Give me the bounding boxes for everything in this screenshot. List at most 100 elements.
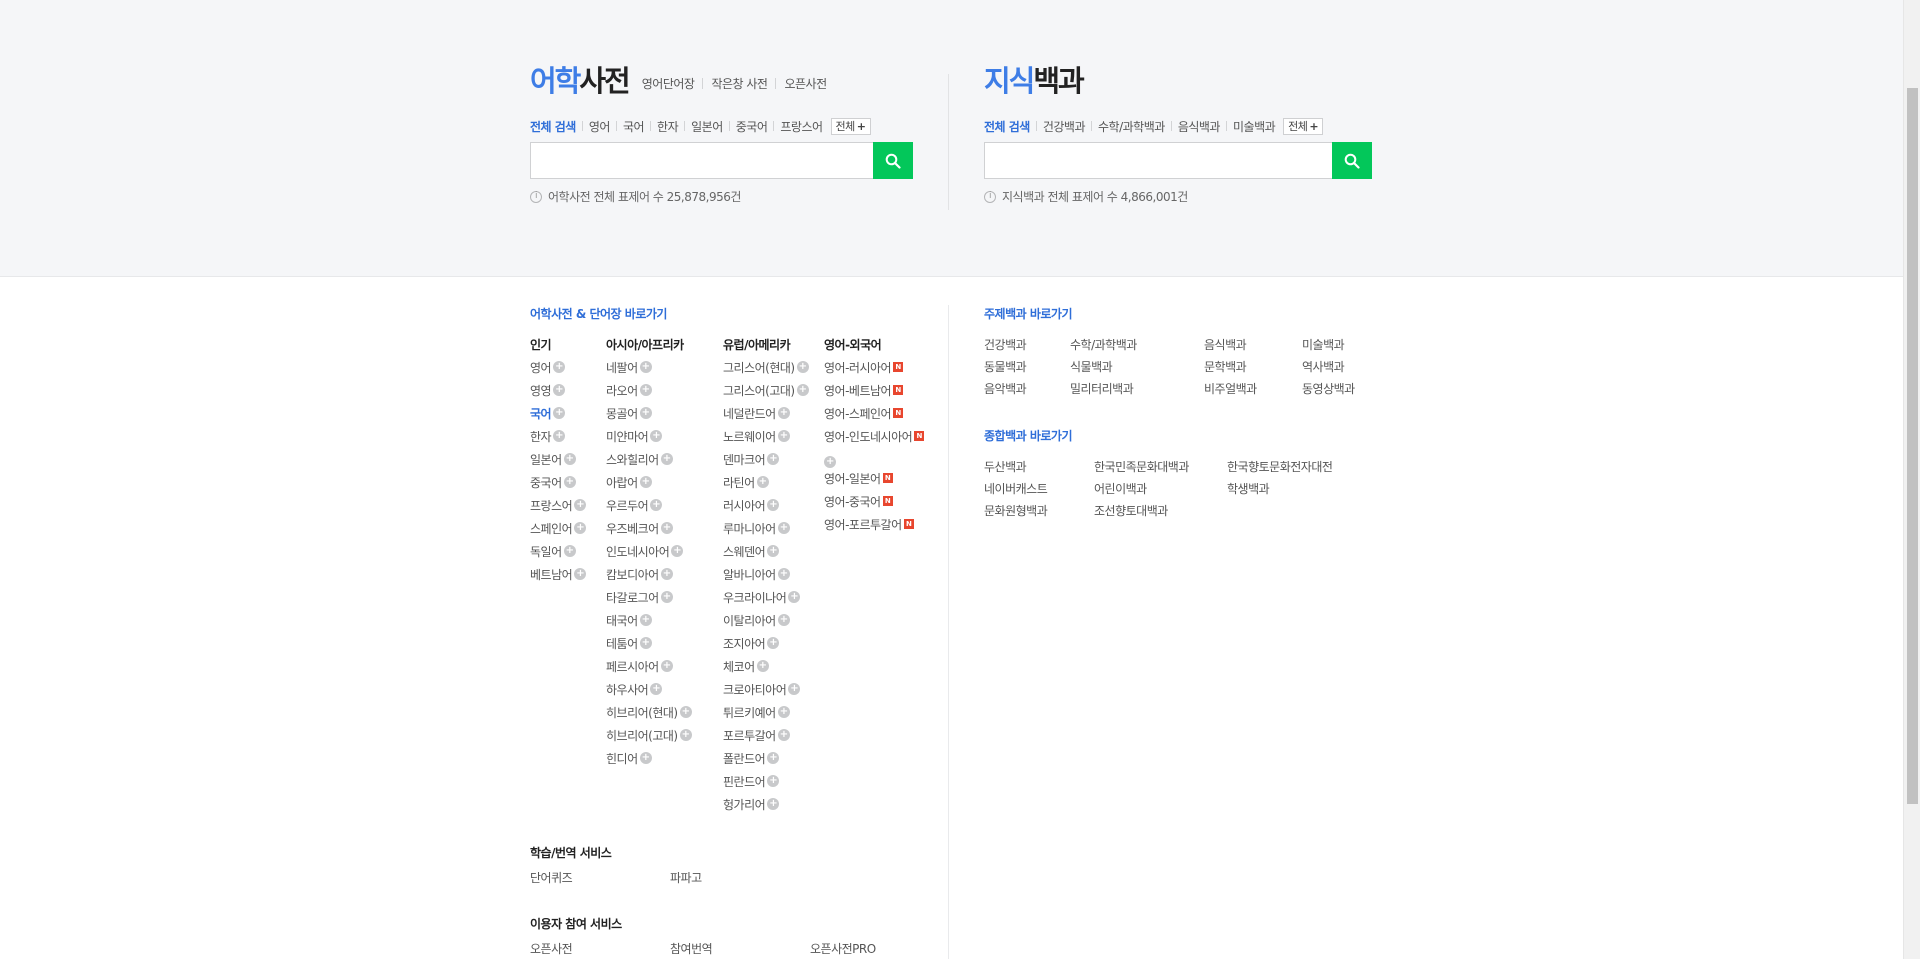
encyc-link[interactable]: 문화원형백과 <box>984 502 1094 524</box>
language-list-item[interactable]: 스와힐리어 + <box>606 451 692 474</box>
language-list-item[interactable]: 영어-러시아어 N <box>824 359 936 382</box>
tab-japanese[interactable]: 일본어 <box>691 118 723 135</box>
language-list-item[interactable]: 프랑스어 + <box>530 497 587 520</box>
tab-english[interactable]: 영어 <box>589 118 611 135</box>
link-mini-dict[interactable]: 작은창 사전 <box>711 75 768 92</box>
language-list-item[interactable]: 스페인어 + <box>530 520 587 543</box>
language-list-item[interactable]: 일본어 + <box>530 451 586 474</box>
add-wordbook-icon[interactable]: + <box>777 614 790 626</box>
language-list-item[interactable]: 페르시아어 + <box>606 658 692 681</box>
tab-food[interactable]: 음식백과 <box>1178 118 1221 135</box>
encyc-link[interactable]: 두산백과 <box>984 458 1094 480</box>
language-dict-title[interactable]: 어학사전 <box>530 66 631 96</box>
add-wordbook-icon[interactable]: + <box>777 706 790 718</box>
language-search-button[interactable] <box>873 142 913 179</box>
add-wordbook-icon[interactable]: + <box>679 729 692 741</box>
add-wordbook-icon[interactable]: + <box>553 430 566 442</box>
language-list-item[interactable]: 우즈베크어 + <box>606 520 692 543</box>
add-wordbook-icon[interactable]: + <box>767 453 780 465</box>
add-wordbook-icon[interactable]: + <box>788 591 801 603</box>
encyc-link[interactable]: 비주얼백과 <box>1204 380 1302 402</box>
add-wordbook-icon[interactable]: + <box>824 455 836 468</box>
encyc-link[interactable]: 학생백과 <box>1227 480 1367 502</box>
add-wordbook-icon[interactable]: + <box>563 453 576 465</box>
language-list-item[interactable]: 이탈리아어 + <box>723 612 809 635</box>
add-wordbook-icon[interactable]: + <box>660 453 673 465</box>
language-list-item[interactable]: 네덜란드어 + <box>723 405 809 428</box>
tab-all-search[interactable]: 전체 검색 <box>984 118 1030 135</box>
add-wordbook-icon[interactable]: + <box>777 407 790 419</box>
language-list-item[interactable]: 아랍어 + <box>606 474 692 497</box>
language-list-item[interactable]: 중국어 + <box>530 474 586 497</box>
add-wordbook-icon[interactable]: + <box>777 430 790 442</box>
language-list-item[interactable]: 우르두어 + <box>606 497 692 520</box>
encyc-link[interactable]: 동영상백과 <box>1302 380 1400 402</box>
add-wordbook-icon[interactable]: + <box>553 384 566 396</box>
add-wordbook-icon[interactable]: + <box>639 752 652 764</box>
encyc-link[interactable]: 식물백과 <box>1070 358 1204 380</box>
language-list-item[interactable]: 독일어 + <box>530 543 586 566</box>
language-list-item[interactable]: 영영 + <box>530 382 586 405</box>
language-list-item[interactable]: 히브리어(고대) + <box>606 727 692 750</box>
add-wordbook-icon[interactable]: + <box>639 361 652 373</box>
add-wordbook-icon[interactable]: + <box>563 545 576 557</box>
encyc-link[interactable]: 한국민족문화대백과 <box>1094 458 1227 480</box>
language-list-item[interactable]: 루마니아어 + <box>723 520 809 543</box>
knowledge-title[interactable]: 지식백과 <box>984 66 1085 96</box>
add-wordbook-icon[interactable]: + <box>650 499 663 511</box>
language-list-item[interactable]: 알바니아어 + <box>723 566 809 589</box>
add-wordbook-icon[interactable]: + <box>574 499 587 511</box>
add-wordbook-icon[interactable]: + <box>777 522 790 534</box>
language-list-item[interactable]: 태국어 + <box>606 612 692 635</box>
more-encyc-button[interactable]: 전체 + <box>1283 117 1324 135</box>
language-list-item[interactable]: 테툼어 + <box>606 635 692 658</box>
add-wordbook-icon[interactable]: + <box>574 522 587 534</box>
encyc-link[interactable]: 건강백과 <box>984 336 1070 358</box>
encyc-link[interactable]: 밀리터리백과 <box>1070 380 1204 402</box>
language-list-item[interactable]: 국어 + <box>530 405 586 428</box>
tab-art[interactable]: 미술백과 <box>1233 118 1276 135</box>
language-list-item[interactable]: 라틴어 + <box>723 474 809 497</box>
language-list-item[interactable]: 베트남어 + <box>530 566 587 589</box>
add-wordbook-icon[interactable]: + <box>650 430 663 442</box>
encyc-link[interactable]: 조선향토대백과 <box>1094 502 1227 524</box>
add-wordbook-icon[interactable]: + <box>796 361 809 373</box>
link-open-dict[interactable]: 오픈사전 <box>530 940 670 959</box>
tab-korean[interactable]: 국어 <box>623 118 645 135</box>
language-list-item[interactable]: 영어-포르투갈어 N <box>824 516 936 539</box>
encyc-link[interactable]: 어린이백과 <box>1094 480 1227 502</box>
tab-all-search[interactable]: 전체 검색 <box>530 118 576 135</box>
encyc-link[interactable]: 네이버캐스트 <box>984 480 1094 502</box>
link-participation-translate[interactable]: 참여번역 <box>670 940 810 959</box>
encyc-link[interactable]: 역사백과 <box>1302 358 1400 380</box>
add-wordbook-icon[interactable]: + <box>639 637 652 649</box>
language-list-item[interactable]: 핀란드어 + <box>723 773 809 796</box>
language-list-item[interactable]: 그리스어(현대) + <box>723 359 809 382</box>
add-wordbook-icon[interactable]: + <box>660 591 673 603</box>
add-wordbook-icon[interactable]: + <box>767 545 780 557</box>
language-list-item[interactable]: 네팔어 + <box>606 359 692 382</box>
tab-chinese[interactable]: 중국어 <box>736 118 768 135</box>
add-wordbook-icon[interactable]: + <box>679 706 692 718</box>
language-list-item[interactable]: 헝가리어 + <box>723 796 809 819</box>
link-papago[interactable]: 파파고 <box>670 869 810 891</box>
language-list-item[interactable]: 영어-스페인어 N <box>824 405 936 428</box>
encyc-link[interactable]: 음식백과 <box>1204 336 1302 358</box>
link-open-dict[interactable]: 오픈사전 <box>784 75 827 92</box>
language-list-item[interactable]: 조지아어 + <box>723 635 809 658</box>
add-wordbook-icon[interactable]: + <box>796 384 809 396</box>
tab-french[interactable]: 프랑스어 <box>780 118 823 135</box>
link-word-quiz[interactable]: 단어퀴즈 <box>530 869 670 891</box>
language-list-item[interactable]: 영어-일본어 N <box>824 470 936 493</box>
language-list-item[interactable]: 노르웨이어 + <box>723 428 809 451</box>
language-list-item[interactable]: 러시아어 + <box>723 497 809 520</box>
add-wordbook-icon[interactable]: + <box>563 476 576 488</box>
tab-hanja[interactable]: 한자 <box>657 118 679 135</box>
language-list-item[interactable]: 크로아티아어 + <box>723 681 809 704</box>
encyc-link[interactable]: 미술백과 <box>1302 336 1400 358</box>
add-wordbook-icon[interactable]: + <box>639 476 652 488</box>
language-list-item[interactable]: 힌디어 + <box>606 750 692 773</box>
add-wordbook-icon[interactable]: + <box>788 683 801 695</box>
language-list-item[interactable]: 영어 + <box>530 359 586 382</box>
add-wordbook-icon[interactable]: + <box>660 660 673 672</box>
